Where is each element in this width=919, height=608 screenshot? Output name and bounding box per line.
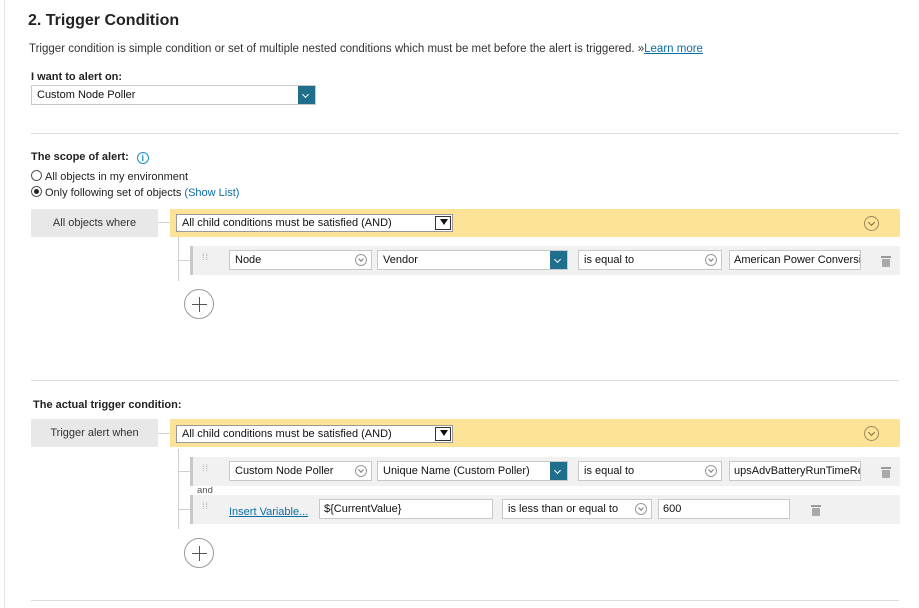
chevron-down-icon[interactable] <box>550 462 567 480</box>
row-marker <box>190 457 193 486</box>
scope-object-select[interactable]: Node <box>229 250 372 270</box>
chevron-down-icon[interactable] <box>435 427 451 441</box>
description-text: Trigger condition is simple condition or… <box>29 43 645 55</box>
section-description: Trigger condition is simple condition or… <box>29 43 703 55</box>
drag-handle-icon[interactable]: ⁞⁞ <box>202 464 210 478</box>
chevron-down-icon[interactable] <box>550 251 567 269</box>
alert-on-select[interactable]: Custom Node Poller <box>31 85 316 105</box>
trash-icon[interactable] <box>881 255 891 267</box>
row-marker <box>190 246 193 275</box>
trash-icon[interactable] <box>811 504 821 516</box>
trash-body <box>882 259 890 267</box>
trigger-operator-value: is equal to <box>584 465 635 477</box>
left-border <box>4 0 5 608</box>
collapse-icon[interactable] <box>864 426 879 441</box>
drag-handle-icon[interactable]: ⁞⁞ <box>202 253 210 267</box>
scope-group-label: All objects where <box>31 209 158 237</box>
scope-option-all[interactable]: All objects in my environment <box>31 170 188 183</box>
scope-option-following-label: Only following set of objects <box>45 187 182 199</box>
trigger-operator-select[interactable]: is equal to <box>578 461 722 481</box>
trash-lid <box>881 467 891 469</box>
connector-line <box>178 260 190 261</box>
connector-line <box>158 222 170 223</box>
trigger-condition-row: ⁞⁞ Custom Node Poller Unique Name (Custo… <box>190 457 900 486</box>
trigger-operator-select-2[interactable]: is less than or equal to <box>502 499 652 519</box>
scope-option-all-label: All objects in my environment <box>45 171 189 183</box>
trigger-field-value: Unique Name (Custom Poller) <box>383 465 530 477</box>
connector-line <box>178 509 190 510</box>
trigger-operator-value-2: is less than or equal to <box>508 503 619 515</box>
connector-line <box>178 471 190 472</box>
add-condition-button[interactable] <box>184 289 214 319</box>
learn-more-link[interactable]: Learn more <box>644 43 703 55</box>
scope-option-following[interactable]: Only following set of objects (Show List… <box>31 186 239 199</box>
divider <box>31 600 899 601</box>
scope-operator-value: is equal to <box>584 254 635 266</box>
alert-on-label: I want to alert on: <box>31 71 123 83</box>
drag-handle-icon[interactable]: ⁞⁞ <box>202 502 210 516</box>
trigger-group-operator-select[interactable]: All child conditions must be satisfied (… <box>176 425 453 443</box>
trigger-label: The actual trigger condition: <box>33 399 182 411</box>
chevron-down-icon[interactable] <box>355 254 367 266</box>
trigger-condition-row: ⁞⁞ Insert Variable... ${CurrentValue} is… <box>190 495 900 524</box>
insert-variable-link[interactable]: Insert Variable... <box>229 506 308 518</box>
trigger-object-value: Custom Node Poller <box>235 465 334 477</box>
variable-input[interactable]: ${CurrentValue} <box>319 499 493 519</box>
chevron-down-icon[interactable] <box>705 465 717 477</box>
scope-group-operator-select[interactable]: All child conditions must be satisfied (… <box>176 214 453 232</box>
scope-label-text: The scope of alert: <box>31 151 129 163</box>
add-condition-button[interactable] <box>184 538 214 568</box>
scope-label: The scope of alert: i <box>31 151 149 164</box>
scope-object-value: Node <box>235 254 262 266</box>
row-marker <box>190 495 193 524</box>
scope-value-input[interactable]: American Power Conversion Corp. <box>729 250 861 270</box>
radio-following-objects[interactable] <box>31 186 42 197</box>
trash-body <box>812 508 820 516</box>
divider <box>31 380 899 381</box>
scope-operator-select[interactable]: is equal to <box>578 250 722 270</box>
trash-body <box>882 470 890 478</box>
trigger-group-bar: All child conditions must be satisfied (… <box>170 419 900 447</box>
trigger-object-select[interactable]: Custom Node Poller <box>229 461 372 481</box>
tree-line <box>178 449 179 529</box>
chevron-down-icon[interactable] <box>435 216 451 230</box>
radio-all-objects[interactable] <box>31 170 42 181</box>
alert-on-value: Custom Node Poller <box>37 89 136 101</box>
chevron-down-icon[interactable] <box>705 254 717 266</box>
chevron-down-icon[interactable] <box>298 86 315 104</box>
scope-group-operator-value: All child conditions must be satisfied (… <box>182 217 392 229</box>
trigger-group-operator-value: All child conditions must be satisfied (… <box>182 428 392 440</box>
trigger-value-input[interactable]: upsAdvBatteryRunTimeRemaining <box>729 461 861 481</box>
scope-field-value: Vendor <box>383 254 418 266</box>
scope-group-bar: All child conditions must be satisfied (… <box>170 209 900 237</box>
tree-line <box>178 237 179 281</box>
scope-field-select[interactable]: Vendor <box>377 250 568 270</box>
trash-icon[interactable] <box>881 466 891 478</box>
chevron-down-icon[interactable] <box>355 465 367 477</box>
connector-line <box>158 433 170 434</box>
show-list-link[interactable]: (Show List) <box>184 187 239 199</box>
info-icon[interactable]: i <box>136 152 149 164</box>
trash-lid <box>811 505 821 507</box>
threshold-input[interactable]: 600 <box>658 499 790 519</box>
collapse-icon[interactable] <box>864 216 879 231</box>
chevron-down-icon[interactable] <box>635 503 647 515</box>
section-title: 2. Trigger Condition <box>28 12 180 29</box>
trigger-group-label: Trigger alert when <box>31 419 158 447</box>
scope-condition-row: ⁞⁞ Node Vendor is equal to American Powe… <box>190 246 900 275</box>
trash-lid <box>881 256 891 258</box>
trigger-field-select[interactable]: Unique Name (Custom Poller) <box>377 461 568 481</box>
insert-variable-link-wrap: Insert Variable... <box>229 502 308 520</box>
divider <box>31 133 899 134</box>
